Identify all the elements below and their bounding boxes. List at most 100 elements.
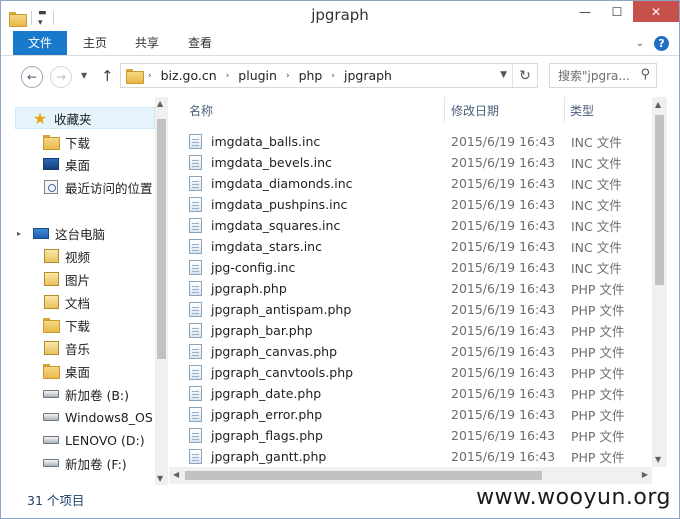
sidebar-item-recent[interactable]: 最近访问的位置 — [43, 176, 153, 198]
sidebar-item-desktop[interactable]: 桌面 — [43, 153, 90, 175]
sidebar-item-favorites[interactable]: ★ 收藏夹 — [15, 107, 155, 129]
table-row[interactable]: imgdata_stars.inc 2015/6/19 16:43 INC 文件 — [189, 236, 659, 257]
table-row[interactable]: jpgraph_gantt.php 2015/6/19 16:43 PHP 文件 — [189, 446, 659, 467]
up-button[interactable]: ↑ — [101, 67, 114, 85]
sidebar-item-drive-f[interactable]: 新加卷 (F:) — [43, 452, 127, 474]
back-button[interactable]: ← — [21, 66, 43, 88]
sidebar-item-this-pc[interactable]: ▸ 这台电脑 — [17, 222, 105, 244]
table-row[interactable]: jpgraph_canvtools.php 2015/6/19 16:43 PHP … — [189, 362, 659, 383]
table-row[interactable]: jpgraph_bar.php 2015/6/19 16:43 PHP 文件 — [189, 320, 659, 341]
breadcrumb-item[interactable]: jpgraph — [341, 68, 395, 83]
sidebar-item-drive-d[interactable]: LENOVO (D:) — [43, 429, 145, 451]
address-bar[interactable]: › biz.go.cn › plugin › php › jpgraph ▼ ↻ — [120, 63, 538, 88]
table-row[interactable]: jpgraph_flags.php 2015/6/19 16:43 PHP 文件 — [189, 425, 659, 446]
file-name[interactable]: jpgraph_error.php — [211, 407, 322, 422]
table-row[interactable]: imgdata_squares.inc 2015/6/19 16:43 INC 文件 — [189, 215, 659, 236]
file-type: INC 文件 — [571, 261, 622, 276]
navigation-scrollbar[interactable]: ▲ ▼ — [155, 97, 168, 485]
sidebar-item-pictures[interactable]: 图片 — [43, 268, 90, 290]
scrollbar-thumb[interactable] — [185, 471, 542, 480]
scroll-up-icon[interactable]: ▲ — [157, 99, 163, 108]
maximize-button[interactable]: ☐ — [601, 1, 633, 22]
sidebar-item-drive-c[interactable]: Windows8_OS ( — [43, 406, 162, 428]
sidebar-item-videos[interactable]: 视频 — [43, 245, 90, 267]
tab-share[interactable]: 共享 — [121, 31, 173, 55]
file-name[interactable]: jpgraph_antispam.php — [211, 302, 351, 317]
table-row[interactable]: imgdata_diamonds.inc 2015/6/19 16:43 INC 文… — [189, 173, 659, 194]
column-divider[interactable] — [564, 97, 565, 123]
scroll-left-icon[interactable]: ◀ — [173, 470, 179, 479]
sidebar-item-documents[interactable]: 文档 — [43, 291, 90, 313]
file-name[interactable]: imgdata_squares.inc — [211, 218, 340, 233]
table-row[interactable]: imgdata_bevels.inc 2015/6/19 16:43 INC 文件 — [189, 152, 659, 173]
file-icon — [189, 281, 202, 296]
file-name[interactable]: jpg-config.inc — [211, 260, 295, 275]
chevron-right-icon[interactable]: › — [325, 71, 341, 81]
table-row[interactable]: jpgraph_canvas.php 2015/6/19 16:43 PHP 文件 — [189, 341, 659, 362]
breadcrumb-item[interactable]: biz.go.cn — [158, 68, 220, 83]
tab-file[interactable]: 文件 — [13, 31, 68, 55]
file-name[interactable]: imgdata_diamonds.inc — [211, 176, 353, 191]
breadcrumb-item[interactable]: php — [296, 68, 326, 83]
column-header-date[interactable]: 修改日期 — [451, 97, 499, 125]
sidebar-item-label: 桌面 — [65, 364, 91, 380]
table-row[interactable]: jpgraph_date.php 2015/6/19 16:43 PHP 文件 — [189, 383, 659, 404]
scrollbar-thumb[interactable] — [157, 119, 166, 359]
sidebar-item-music[interactable]: 音乐 — [43, 337, 90, 359]
column-header-type[interactable]: 类型 — [570, 97, 594, 125]
refresh-icon[interactable]: ↻ — [512, 64, 537, 87]
file-list-horizontal-scrollbar[interactable]: ◀ ▶ — [169, 467, 652, 484]
search-input[interactable]: 搜索"jpgra... ⚲ — [549, 63, 657, 88]
table-row[interactable]: jpgraph.php 2015/6/19 16:43 PHP 文件 — [189, 278, 659, 299]
expand-ribbon-icon[interactable]: ⌄ — [636, 38, 644, 49]
help-icon[interactable]: ? — [654, 36, 669, 51]
drive-icon — [43, 413, 59, 421]
chevron-down-icon[interactable]: ▼ — [500, 70, 507, 80]
close-button[interactable]: ✕ — [633, 1, 679, 22]
column-header-name[interactable]: 名称 — [189, 97, 213, 125]
table-row[interactable]: jpgraph_antispam.php 2015/6/19 16:43 PHP 文… — [189, 299, 659, 320]
scroll-right-icon[interactable]: ▶ — [642, 470, 648, 479]
sidebar-item-label: 收藏夹 — [54, 111, 92, 127]
chevron-right-icon[interactable]: › — [220, 71, 236, 81]
file-name[interactable]: imgdata_pushpins.inc — [211, 197, 347, 212]
sidebar-item-pc-downloads[interactable]: 下载 — [43, 314, 90, 336]
file-name[interactable]: jpgraph_flags.php — [211, 428, 323, 443]
sidebar-item-drive-b[interactable]: 新加卷 (B:) — [43, 383, 129, 405]
scrollbar-thumb[interactable] — [655, 115, 664, 285]
scroll-down-icon[interactable]: ▼ — [655, 455, 661, 464]
minimize-button[interactable]: — — [569, 1, 601, 22]
breadcrumb-item[interactable]: plugin — [235, 68, 280, 83]
table-row[interactable]: jpgraph_error.php 2015/6/19 16:43 PHP 文件 — [189, 404, 659, 425]
scroll-up-icon[interactable]: ▲ — [655, 100, 661, 109]
sidebar-item-pc-desktop[interactable]: 桌面 — [43, 360, 90, 382]
scroll-down-icon[interactable]: ▼ — [157, 474, 163, 483]
expand-icon[interactable]: ▸ — [17, 229, 21, 238]
sidebar-item-label: 新加卷 (B:) — [65, 387, 130, 403]
file-list-vertical-scrollbar[interactable]: ▲ ▼ — [652, 97, 667, 467]
file-name[interactable]: imgdata_bevels.inc — [211, 155, 332, 170]
search-icon[interactable]: ⚲ — [640, 67, 650, 82]
file-name[interactable]: jpgraph_canvtools.php — [211, 365, 353, 380]
chevron-right-icon[interactable]: › — [148, 71, 158, 81]
file-name[interactable]: jpgraph_gantt.php — [211, 449, 326, 464]
sidebar-item-downloads[interactable]: 下载 — [43, 131, 90, 153]
file-name[interactable]: imgdata_stars.inc — [211, 239, 322, 254]
file-name[interactable]: jpgraph_bar.php — [211, 323, 313, 338]
file-name[interactable]: jpgraph_date.php — [211, 386, 321, 401]
table-row[interactable]: imgdata_balls.inc 2015/6/19 16:43 INC 文件 — [189, 131, 659, 152]
recent-locations-icon[interactable]: ▼ — [81, 71, 87, 80]
file-name[interactable]: jpgraph_canvas.php — [211, 344, 337, 359]
column-divider[interactable] — [444, 97, 445, 123]
file-name[interactable]: imgdata_balls.inc — [211, 134, 320, 149]
sidebar-item-label: 桌面 — [65, 157, 91, 173]
forward-button[interactable]: → — [50, 66, 72, 88]
chevron-right-icon[interactable]: › — [280, 71, 296, 81]
table-row[interactable]: jpg-config.inc 2015/6/19 16:43 INC 文件 — [189, 257, 659, 278]
table-row[interactable]: imgdata_pushpins.inc 2015/6/19 16:43 INC 文… — [189, 194, 659, 215]
tab-view[interactable]: 查看 — [174, 31, 226, 55]
desktop-folder-icon — [43, 364, 60, 379]
tab-home[interactable]: 主页 — [69, 31, 121, 55]
file-name[interactable]: jpgraph.php — [211, 281, 287, 296]
file-date: 2015/6/19 16:43 — [451, 407, 556, 422]
